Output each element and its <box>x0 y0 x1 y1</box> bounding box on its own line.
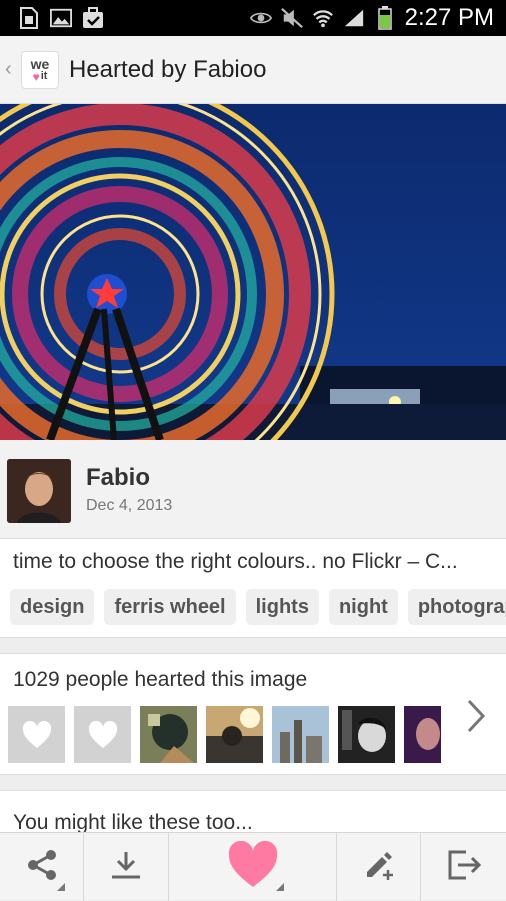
avatar[interactable] <box>7 459 71 523</box>
hearter-thumbnail[interactable] <box>206 706 263 763</box>
wifi-icon <box>312 7 334 29</box>
back-chevron-icon[interactable]: ‹ <box>5 58 19 81</box>
logout-button[interactable] <box>421 833 506 901</box>
download-icon <box>109 848 143 887</box>
hearted-thumbnails <box>8 706 461 763</box>
tag-list: design ferris wheel lights night photogr… <box>10 589 506 625</box>
description-card: time to choose the right colours.. no Fl… <box>0 538 506 638</box>
poster-name[interactable]: Fabio <box>86 464 150 492</box>
tag-lights[interactable]: lights <box>245 589 319 625</box>
tag-ferris-wheel[interactable]: ferris wheel <box>104 589 236 625</box>
image-description: time to choose the right colours.. no Fl… <box>13 550 458 573</box>
tag-night[interactable]: night <box>328 589 398 625</box>
logo-heart-icon: ♥ <box>32 69 40 84</box>
hearter-thumbnail[interactable] <box>140 706 197 763</box>
edit-add-icon <box>362 848 396 887</box>
logout-icon <box>446 848 482 887</box>
logo-text-top: we <box>30 55 50 72</box>
hearter-thumbnail[interactable] <box>338 706 395 763</box>
logo-text-bottom: it <box>40 70 48 82</box>
hearter-placeholder[interactable] <box>74 706 131 763</box>
heart-icon <box>227 840 279 894</box>
hero-image[interactable] <box>0 104 506 440</box>
share-icon <box>25 848 59 887</box>
signal-icon <box>343 7 365 29</box>
hearted-count[interactable]: 1029 people hearted this image <box>13 668 307 692</box>
tag-design[interactable]: design <box>10 589 95 625</box>
bottom-action-bar <box>0 832 506 901</box>
tag-photography[interactable]: photograp <box>407 589 506 625</box>
image-icon <box>50 7 72 29</box>
page-title: Hearted by Fabioo <box>69 55 267 83</box>
heart-button[interactable] <box>169 833 337 901</box>
chevron-right-icon[interactable] <box>466 698 486 738</box>
eye-icon <box>249 7 272 29</box>
status-time: 2:27 PM <box>404 4 494 31</box>
poster-info: Fabio Dec 4, 2013 <box>0 440 506 538</box>
clipboard-check-icon <box>82 7 104 29</box>
battery-icon <box>374 6 396 30</box>
action-bar: ‹ we ♥ it Hearted by Fabioo <box>0 36 506 104</box>
logo-bottom: ♥ it <box>33 71 48 83</box>
hearter-thumbnail[interactable] <box>272 706 329 763</box>
no-sound-icon <box>280 7 303 29</box>
share-button[interactable] <box>0 833 84 901</box>
hearter-placeholder[interactable] <box>8 706 65 763</box>
poster-date: Dec 4, 2013 <box>86 497 173 514</box>
hearter-thumbnail[interactable] <box>404 706 461 763</box>
app-logo[interactable]: we ♥ it <box>21 50 59 89</box>
hearted-card: 1029 people hearted this image <box>0 653 506 775</box>
download-button[interactable] <box>84 833 169 901</box>
sim-icon <box>18 7 40 29</box>
status-bar: 2:27 PM <box>0 0 506 36</box>
edit-add-button[interactable] <box>337 833 421 901</box>
